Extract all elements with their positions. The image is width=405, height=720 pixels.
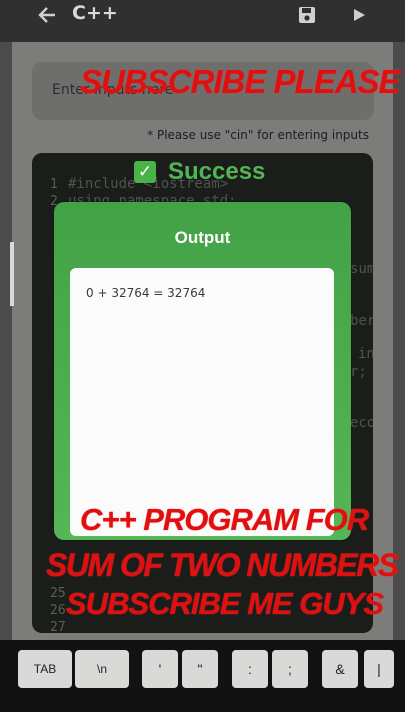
cin-hint: * Please use "cin" for entering inputs: [147, 128, 369, 142]
overlay-line-2: SUM OF TWO NUMBERS: [46, 547, 399, 583]
output-title: Output: [174, 228, 231, 247]
key-double-quote[interactable]: ": [182, 650, 218, 688]
key-tab[interactable]: TAB: [18, 650, 72, 688]
app-window: C++ Enter inputs here * Please use "cin"…: [0, 0, 405, 720]
success-label: Success: [168, 158, 266, 185]
key-colon[interactable]: :: [232, 650, 268, 688]
output-dialog: Output 0 + 32764 = 32764: [54, 202, 351, 540]
code-line: in: [358, 346, 373, 362]
key-ampersand[interactable]: &: [322, 650, 358, 688]
code-line: ber: [350, 313, 373, 329]
check-icon: ✓: [134, 161, 156, 183]
page-title: C++: [72, 2, 118, 24]
bottom-strip: [0, 712, 405, 720]
floppy-disk-icon[interactable]: [294, 0, 320, 30]
scroll-handle[interactable]: [10, 242, 14, 306]
overlay-line-1: C++ PROGRAM FOR: [80, 502, 369, 537]
line-number: 27: [50, 620, 66, 633]
key-newline[interactable]: \n: [75, 650, 129, 688]
code-line: r;: [350, 364, 367, 380]
play-icon[interactable]: [348, 0, 370, 30]
key-single-quote[interactable]: ': [142, 650, 178, 688]
line-number: 26: [50, 603, 66, 618]
key-semicolon[interactable]: ;: [272, 650, 308, 688]
code-line: eco: [350, 415, 373, 431]
success-status: ✓ Success: [134, 158, 265, 186]
output-box: 0 + 32764 = 32764: [70, 268, 334, 536]
key-pipe[interactable]: |: [364, 650, 394, 688]
overlay-line-3: SUBSCRIBE ME GUYS: [66, 586, 384, 621]
line-number: 1: [50, 177, 58, 192]
arrow-left-icon[interactable]: [32, 0, 62, 30]
code-line: sum: [350, 261, 373, 277]
line-number: 25: [50, 586, 66, 601]
overlay-subscribe-top: SUBSCRIBE PLEASE: [80, 63, 401, 100]
output-text: 0 + 32764 = 32764: [86, 286, 206, 300]
left-edge: [0, 42, 12, 640]
